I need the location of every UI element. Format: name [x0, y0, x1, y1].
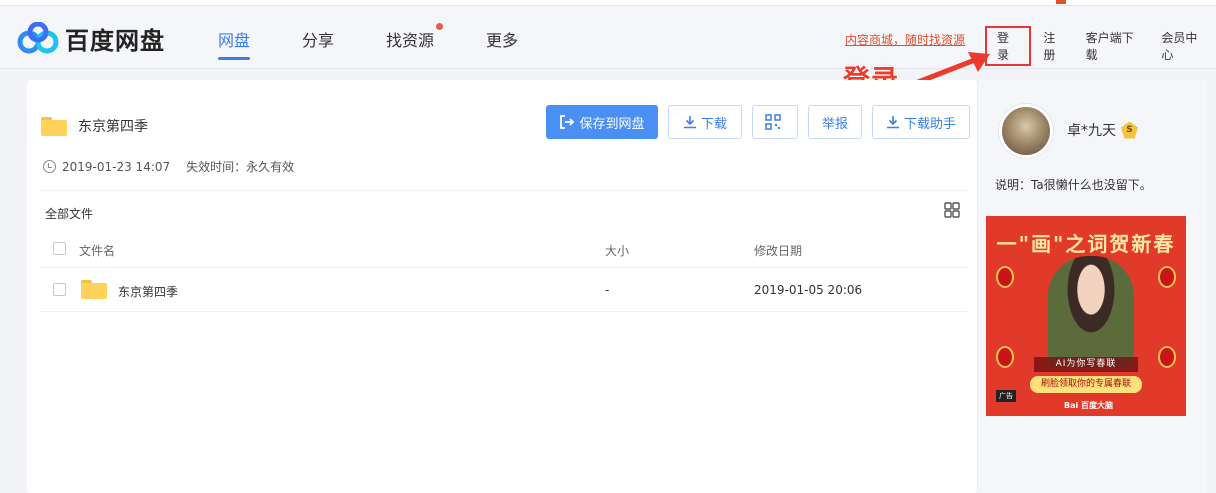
download-icon [683, 116, 696, 129]
share-created-time: 2019-01-23 14:07 [62, 159, 171, 174]
select-all-checkbox[interactable] [53, 242, 66, 255]
save-to-netdisk-button[interactable]: 保存到网盘 [546, 105, 658, 139]
share-meta: 2019-01-23 14:07 失效时间：永久有效 [43, 158, 294, 175]
column-size-header[interactable]: 大小 [605, 242, 629, 259]
share-actions: 保存到网盘 下载 举报 下载助手 [546, 105, 970, 139]
share-card: 东京第四季 2019-01-23 14:07 失效时间：永久有效 保存到网盘 下… [27, 80, 977, 493]
share-title-text: 东京第四季 [78, 119, 148, 135]
save-icon [560, 115, 575, 129]
sharer-description: 说明：Ta很懒什么也没留下。 [995, 178, 1152, 192]
table-row[interactable]: 东京第四季 - 2019-01-05 20:06 [39, 268, 967, 312]
nav-find-resources[interactable]: 找资源 [386, 23, 444, 59]
save-to-netdisk-label: 保存到网盘 [579, 116, 645, 132]
browser-top-strip [0, 0, 1216, 6]
qr-code-icon [765, 114, 781, 130]
clock-icon [43, 160, 56, 173]
nav-more[interactable]: 更多 [486, 27, 518, 59]
ad-line-2: 刷脸领取你的专属春联 [1030, 376, 1142, 393]
share-title: 东京第四季 [41, 116, 148, 136]
download-helper-label: 下载助手 [903, 116, 956, 132]
nav-share[interactable]: 分享 [302, 27, 334, 59]
lantern-icon [996, 346, 1014, 368]
avatar[interactable] [999, 104, 1053, 158]
lantern-icon [1158, 266, 1176, 288]
breadcrumb-all-files[interactable]: 全部文件 [45, 205, 93, 222]
logo-text: 百度网盘 [65, 27, 165, 55]
top-red-mark [1056, 0, 1066, 4]
spring-festival-ad[interactable]: 一"画"之词贺新春 AI为你写春联 刷脸领取你的专属春联 广告 Bai 百度大脑 [986, 216, 1186, 416]
sharer-sidebar: 卓*九天 S 说明：Ta很懒什么也没留下。 一"画"之词贺新春 AI为你写春联 … [977, 80, 1207, 493]
column-name-header[interactable]: 文件名 [79, 242, 115, 259]
share-expire-time: 失效时间：永久有效 [186, 160, 295, 174]
vip-badge-icon: S [1121, 121, 1138, 139]
top-header: 百度网盘 网盘 分享 找资源 更多 内容商城，随时找资源 登录 注册 客户端下载… [0, 7, 1216, 69]
file-modified-date: 2019-01-05 20:06 [754, 283, 863, 297]
client-download-link[interactable]: 客户端下载 [1076, 29, 1152, 63]
download-button[interactable]: 下载 [668, 105, 742, 139]
ad-person-image [1048, 256, 1134, 368]
download-helper-icon [886, 116, 899, 129]
register-link[interactable]: 注册 [1033, 29, 1075, 63]
column-date-header[interactable]: 修改日期 [754, 242, 802, 259]
download-helper-button[interactable]: 下载助手 [872, 105, 970, 139]
content-store-link[interactable]: 内容商城，随时找资源 [845, 31, 965, 48]
main-nav: 网盘 分享 找资源 更多 [218, 23, 570, 60]
nav-netdisk[interactable]: 网盘 [218, 27, 251, 60]
notification-dot [436, 23, 444, 30]
file-size: - [605, 283, 610, 297]
ad-brand: Bai 百度大脑 [1064, 401, 1114, 410]
file-name[interactable]: 东京第四季 [118, 283, 178, 300]
file-table-header: 文件名 大小 修改日期 [39, 230, 967, 268]
download-label: 下载 [700, 116, 727, 132]
login-link[interactable]: 登录 [997, 29, 1019, 63]
nav-find-resources-label: 找资源 [386, 31, 435, 50]
qr-code-button[interactable] [752, 105, 798, 139]
cloud-logo-icon [17, 21, 59, 53]
folder-icon [81, 280, 107, 299]
sharer-name-text: 卓*九天 [1067, 123, 1116, 139]
ad-line-1: AI为你写春联 [1034, 357, 1138, 372]
lantern-icon [996, 266, 1014, 288]
sharer-name: 卓*九天 S [1067, 120, 1138, 140]
member-center-link[interactable]: 会员中心 [1151, 29, 1216, 63]
folder-icon [41, 116, 67, 136]
header-account-links: 登录 注册 客户端下载 会员中心 [985, 23, 1216, 69]
ad-headline: 一"画"之词贺新春 [996, 232, 1176, 256]
header-divider [39, 190, 967, 191]
ad-tag: 广告 [996, 390, 1016, 402]
row-checkbox[interactable] [53, 283, 66, 296]
lantern-icon [1158, 346, 1176, 368]
baidu-netdisk-logo[interactable]: 百度网盘 [17, 21, 165, 56]
grid-view-icon[interactable] [944, 202, 960, 218]
report-button[interactable]: 举报 [808, 105, 862, 139]
